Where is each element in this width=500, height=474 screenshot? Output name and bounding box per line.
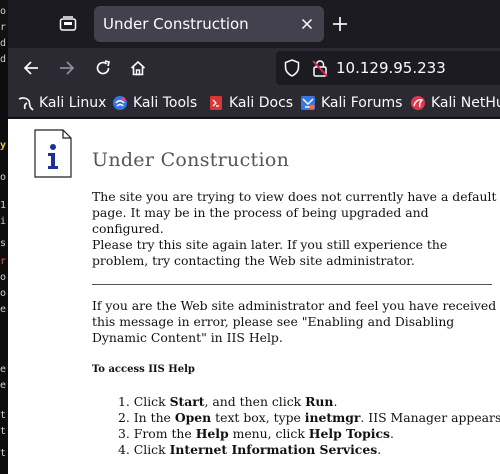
firefox-view-icon	[59, 16, 77, 31]
tab-title: Under Construction	[103, 15, 249, 33]
terminal-glyph: o	[0, 172, 6, 183]
new-tab-button[interactable]	[326, 10, 354, 38]
paragraph-try-later: Please try this site again later. If you…	[92, 237, 448, 268]
page-title: Under Construction	[92, 149, 290, 171]
kali-forums-icon	[301, 96, 315, 110]
section-title-iis-help: To access IIS Help	[92, 364, 195, 375]
terminal-glyph: o	[0, 288, 6, 299]
connection-info-button[interactable]	[312, 59, 328, 81]
paragraph-admin-note: If you are the Web site administrator an…	[92, 298, 497, 345]
home-icon	[130, 60, 146, 76]
bookmark-kali-forums[interactable]: Kali Forums	[300, 93, 402, 113]
terminal-glyph: r	[0, 22, 6, 33]
terminal-glyph: 1	[0, 200, 6, 211]
terminal-glyph: o	[0, 272, 6, 283]
divider	[92, 284, 492, 285]
list-item: 1. Click Start, and then click Run.	[118, 394, 338, 409]
url-text: 10.129.95.233	[336, 59, 446, 77]
page-content: Under Construction The site you are tryi…	[8, 119, 500, 474]
tab-under-construction[interactable]: Under Construction	[94, 6, 324, 42]
list-item: 3. From the Help menu, click Help Topics…	[118, 426, 394, 441]
tab-close-button[interactable]	[299, 16, 315, 32]
firefox-view-button[interactable]	[54, 10, 82, 38]
list-item: 4. Click Internet Information Services.	[118, 442, 382, 457]
reload-button[interactable]	[89, 54, 117, 82]
terminal-glyph: t	[0, 410, 6, 421]
terminal-glyph: e	[0, 380, 6, 391]
kali-tools-icon	[113, 96, 127, 110]
tab-bar: Under Construction	[8, 0, 500, 48]
terminal-glyph: e	[0, 364, 6, 375]
close-icon	[301, 18, 313, 30]
shield-icon	[284, 59, 300, 77]
back-button[interactable]	[17, 54, 45, 82]
forward-button[interactable]	[53, 54, 81, 82]
paragraph-default-page: The site you are trying to view does not…	[92, 189, 497, 236]
address-bar[interactable]: 10.129.95.233	[276, 51, 500, 85]
kali-dragon-icon	[18, 97, 34, 111]
kali-nethunter-icon	[411, 96, 425, 110]
reload-icon	[96, 60, 111, 75]
terminal-glyph: i	[0, 216, 6, 227]
kali-docs-icon	[210, 96, 222, 110]
step-text: Click Start, and then click Run.	[133, 394, 338, 409]
step-text: Click Internet Information Services.	[133, 442, 382, 457]
arrow-right-icon	[60, 61, 75, 75]
list-item: 2. In the Open text box, type inetmgr. I…	[118, 410, 500, 426]
step-text: In the Open text box, type inetmgr. IIS …	[133, 410, 500, 425]
terminal-glyph: d	[0, 38, 6, 49]
bookmark-label: Kali Forums	[321, 95, 403, 111]
bookmark-kali-nethunter[interactable]: Kali NetHu	[410, 93, 500, 113]
help-steps-list: 1. Click Start, and then click Run. 2. I…	[118, 394, 500, 458]
terminal-glyph: o	[0, 6, 6, 17]
bookmarks-toolbar: Kali Linux Kali Tools Kali Docs Kali For…	[8, 88, 500, 118]
info-icon	[34, 129, 72, 178]
terminal-glyph: r	[0, 256, 6, 267]
navigation-toolbar: 10.129.95.233	[8, 48, 500, 88]
bookmark-kali-docs[interactable]: Kali Docs	[208, 93, 293, 113]
terminal-glyph: e	[0, 304, 6, 315]
bookmark-label: Kali Linux	[39, 95, 107, 111]
terminal-glyph: s	[0, 238, 6, 249]
terminal-glyph: t	[0, 448, 6, 459]
bookmark-label: Kali Tools	[133, 95, 198, 111]
bookmark-label: Kali NetHu	[431, 95, 500, 111]
bookmark-kali-linux[interactable]: Kali Linux	[18, 93, 106, 113]
tracking-protection-button[interactable]	[284, 59, 300, 81]
bookmark-label: Kali Docs	[229, 95, 294, 111]
terminal-glyph: t	[0, 426, 6, 437]
background-terminal-edge: orddyo1isrooeeettt	[0, 0, 8, 474]
plus-icon	[333, 17, 347, 31]
home-button[interactable]	[124, 54, 152, 82]
arrow-left-icon	[23, 61, 38, 75]
terminal-glyph: y	[0, 140, 6, 151]
terminal-glyph: d	[0, 54, 6, 65]
bookmark-kali-tools[interactable]: Kali Tools	[112, 93, 197, 113]
step-text: From the Help menu, click Help Topics.	[133, 426, 394, 441]
browser-window: Under Construction 10.129.95.233 Kali Li…	[8, 0, 500, 474]
insecure-lock-icon	[312, 60, 328, 77]
